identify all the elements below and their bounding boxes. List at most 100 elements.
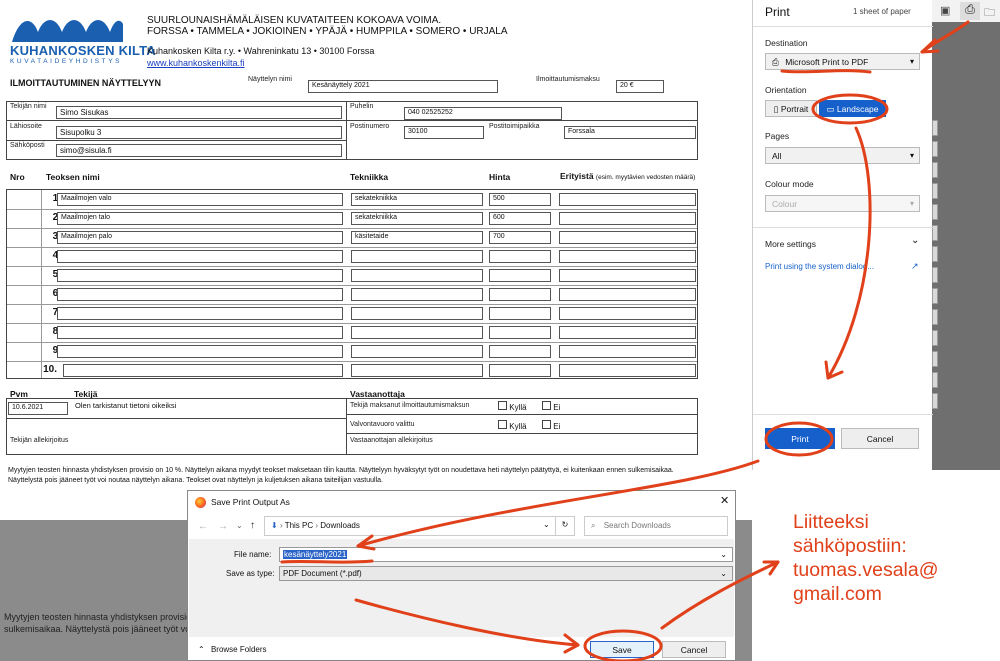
price-field[interactable]: 600: [489, 212, 551, 225]
col-nro: Nro: [10, 172, 25, 182]
price-field[interactable]: 500: [489, 193, 551, 206]
paid-no-label: Ei: [553, 403, 561, 412]
special-field[interactable]: [559, 326, 696, 339]
special-field[interactable]: [559, 193, 696, 206]
special-field[interactable]: [559, 288, 696, 301]
filename-label: File name:: [234, 550, 272, 559]
special-field[interactable]: [559, 212, 696, 225]
price-field[interactable]: [489, 364, 551, 377]
work-name-field[interactable]: [57, 345, 343, 358]
close-icon[interactable]: ✕: [720, 494, 729, 507]
thumbnail: [932, 330, 938, 346]
special-field[interactable]: [559, 364, 696, 377]
address-bar[interactable]: ⬇ › This PC › Downloads: [264, 516, 574, 536]
logo-wave-icon: [12, 20, 123, 42]
zip-field[interactable]: 30100: [404, 126, 484, 139]
city-field[interactable]: Forssala: [564, 126, 696, 139]
up-arrow-icon[interactable]: ↑: [250, 520, 255, 531]
org-link[interactable]: www.kuhankoskenkilta.fi: [147, 58, 245, 68]
work-name-field[interactable]: [63, 364, 343, 377]
chevron-down-icon[interactable]: ⌄: [236, 521, 243, 530]
pages-select[interactable]: All ▾: [765, 147, 920, 164]
work-name-field[interactable]: [57, 269, 343, 282]
special-field[interactable]: [559, 345, 696, 358]
print-title: Print: [765, 5, 790, 19]
price-field[interactable]: [489, 288, 551, 301]
filename-input[interactable]: kesänäyttely2021 ⌄: [279, 547, 733, 562]
forward-arrow-icon[interactable]: →: [218, 521, 228, 532]
fee-field[interactable]: 20 €: [616, 80, 664, 93]
technique-field[interactable]: sekatekniikka: [351, 212, 483, 225]
address-field[interactable]: Sisupolku 3: [56, 126, 342, 139]
work-name-field[interactable]: [57, 326, 343, 339]
printer-icon[interactable]: ⎙: [960, 2, 980, 20]
technique-field[interactable]: [351, 269, 483, 282]
work-name-field[interactable]: Maailmojen talo: [57, 212, 343, 225]
folder-icon[interactable]: 🗀: [984, 4, 995, 23]
breadcrumb-this-pc[interactable]: This PC: [285, 521, 313, 530]
price-field[interactable]: [489, 250, 551, 263]
artist-field[interactable]: Simo Sisukas: [56, 106, 342, 119]
supervision-yes-checkbox[interactable]: [498, 420, 507, 429]
work-name-field[interactable]: [57, 288, 343, 301]
type-label: Save as type:: [226, 569, 275, 578]
row-number: 10.: [43, 364, 57, 375]
phone-label: Puhelin: [350, 103, 374, 110]
price-field[interactable]: [489, 326, 551, 339]
paid-yes-label: Kyllä: [509, 403, 527, 412]
reader-icon[interactable]: ▣: [940, 4, 950, 17]
special-field[interactable]: [559, 269, 696, 282]
price-field[interactable]: [489, 269, 551, 282]
chevron-down-icon[interactable]: ⌄: [543, 520, 550, 529]
special-field[interactable]: [559, 307, 696, 320]
chevron-down-icon[interactable]: ⌄: [911, 235, 919, 246]
type-select[interactable]: PDF Document (*.pdf) ⌄: [279, 566, 733, 581]
phone-field[interactable]: 040 02525252: [404, 107, 562, 120]
special-field[interactable]: [559, 231, 696, 244]
technique-field[interactable]: [351, 345, 483, 358]
work-name-field[interactable]: Maailmojen palo: [57, 231, 343, 244]
technique-field[interactable]: [351, 250, 483, 263]
org-address: Kuhankosken Kilta r.y. • Wahreninkatu 13…: [147, 46, 375, 56]
background-toolbar: ▣ ⎙ 🗀: [932, 0, 1000, 22]
colour-select[interactable]: Colour ▾: [765, 195, 920, 212]
breadcrumb-downloads[interactable]: Downloads: [320, 521, 360, 530]
special-field[interactable]: [559, 250, 696, 263]
price-field[interactable]: 700: [489, 231, 551, 244]
destination-select[interactable]: ⎙ Microsoft Print to PDF ▾: [765, 53, 920, 70]
technique-field[interactable]: [351, 307, 483, 320]
more-settings-toggle[interactable]: More settings: [765, 239, 816, 249]
technique-field[interactable]: sekatekniikka: [351, 193, 483, 206]
back-arrow-icon[interactable]: ←: [198, 521, 208, 532]
refresh-icon[interactable]: ↻: [555, 516, 575, 536]
cancel-button[interactable]: Cancel: [841, 428, 919, 449]
price-field[interactable]: [489, 345, 551, 358]
paid-yes-checkbox[interactable]: [498, 401, 507, 410]
search-box[interactable]: ⌕ Search Downloads: [584, 516, 728, 536]
work-name-field[interactable]: [57, 307, 343, 320]
system-dialog-link[interactable]: Print using the system dialog...: [765, 262, 874, 271]
supervision-no-checkbox[interactable]: [542, 420, 551, 429]
paid-no-checkbox[interactable]: [542, 401, 551, 410]
work-name-field[interactable]: [57, 250, 343, 263]
dialog-cancel-button[interactable]: Cancel: [662, 641, 726, 658]
exhibition-field[interactable]: Kesänäyttely 2021: [308, 80, 498, 93]
form-title: ILMOITTAUTUMINEN NÄYTTELYYN: [10, 78, 161, 88]
colour-value: Colour: [772, 199, 798, 209]
save-button[interactable]: Save: [590, 641, 654, 658]
pages-label: Pages: [765, 131, 790, 141]
technique-field[interactable]: käsitetaide: [351, 231, 483, 244]
email-field[interactable]: simo@sisula.fi: [56, 144, 342, 157]
date-field[interactable]: 10.6.2021: [8, 402, 68, 415]
technique-field[interactable]: [351, 364, 483, 377]
work-name-field[interactable]: Maailmojen valo: [57, 193, 343, 206]
portrait-button[interactable]: ▯ Portrait: [765, 100, 817, 117]
technique-field[interactable]: [351, 288, 483, 301]
landscape-button[interactable]: ▭ Landscape: [819, 100, 886, 117]
browse-folders-toggle[interactable]: ⌃ Browse Folders: [198, 645, 267, 654]
price-field[interactable]: [489, 307, 551, 320]
firefox-icon: [195, 497, 206, 508]
city-label: Postitoimipaikka: [489, 123, 540, 130]
print-button[interactable]: Print: [765, 428, 835, 449]
technique-field[interactable]: [351, 326, 483, 339]
